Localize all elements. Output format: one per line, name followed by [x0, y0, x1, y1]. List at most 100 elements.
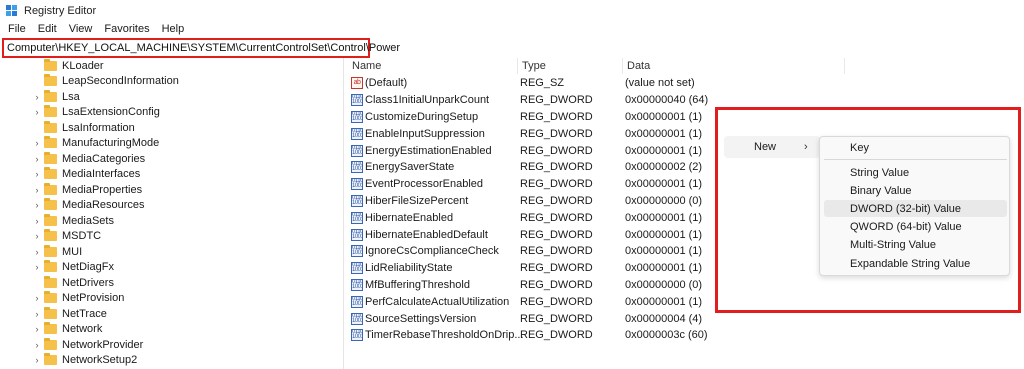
expand-chevron-icon[interactable]: › — [33, 169, 41, 179]
context-menu-new[interactable]: New › — [724, 136, 820, 158]
tree-item[interactable]: › MediaInterfaces — [0, 167, 343, 183]
tree-item[interactable]: › NetDiagFx — [0, 260, 343, 276]
menu-edit[interactable]: Edit — [38, 23, 57, 35]
expand-chevron-icon[interactable]: › — [33, 92, 41, 102]
tree-item[interactable]: › Network — [0, 322, 343, 338]
expand-chevron-icon[interactable]: › — [33, 293, 41, 303]
tree-item-label: Network — [62, 323, 103, 336]
tree-item[interactable]: › ManufacturingMode — [0, 136, 343, 152]
value-row[interactable]: 0110 1001 Class1InitialUnparkCount REG_DWO… — [348, 92, 708, 109]
value-row[interactable]: 0110 1001 HibernateEnabled REG_DWORD 0x0000… — [348, 209, 708, 226]
menu-help[interactable]: Help — [162, 23, 185, 35]
value-row[interactable]: 0110 1001 MfBufferingThreshold REG_DWORD 0x… — [348, 277, 708, 294]
submenu-item[interactable]: Binary Value — [824, 182, 1007, 199]
value-row[interactable]: 0110 1001 PerfCalculateActualUtilization R… — [348, 293, 708, 310]
binary-value-icon: 0110 1001 — [351, 329, 363, 342]
expand-chevron-icon[interactable]: › — [33, 247, 41, 257]
tree-item[interactable]: › Lsa — [0, 89, 343, 105]
submenu-item[interactable]: Multi-String Value — [824, 236, 1007, 253]
value-data: 0x00000001 (1) — [625, 127, 703, 140]
tree-item[interactable]: › MediaResources — [0, 198, 343, 214]
window-title: Registry Editor — [24, 5, 97, 17]
expand-chevron-icon[interactable]: › — [33, 154, 41, 164]
tree-item[interactable]: › NetworkSetup2 — [0, 353, 343, 369]
submenu-item[interactable]: String Value — [824, 164, 1007, 181]
menu-favorites[interactable]: Favorites — [104, 23, 149, 35]
key-tree[interactable]: KLoader LeapSecondInformation › Lsa › LsaExte… — [0, 58, 344, 369]
value-row[interactable]: ab (Default) REG_SZ (value not set) — [348, 75, 708, 92]
folder-icon — [44, 337, 57, 350]
title-bar: Registry Editor — [0, 0, 1024, 22]
expand-chevron-icon[interactable]: › — [33, 138, 41, 148]
expand-chevron-icon[interactable]: › — [33, 185, 41, 195]
expand-chevron-icon[interactable]: › — [33, 107, 41, 117]
tree-item[interactable]: KLoader — [0, 58, 343, 74]
value-data: (value not set) — [625, 77, 695, 90]
tree-item[interactable]: › MediaProperties — [0, 182, 343, 198]
expand-chevron-icon[interactable]: › — [33, 262, 41, 272]
tree-item-label: MSDTC — [62, 230, 102, 243]
tree-item[interactable]: NetDrivers — [0, 275, 343, 291]
tree-item[interactable]: › NetworkProvider — [0, 337, 343, 353]
value-name: HibernateEnabledDefault — [365, 228, 488, 241]
tree-item-label: MediaInterfaces — [62, 168, 141, 181]
value-row[interactable]: 0110 1001 EnergyEstimationEnabled REG_DWOR… — [348, 142, 708, 159]
address-bar[interactable]: Computer\HKEY_LOCAL_MACHINE\SYSTEM\Curre… — [2, 38, 400, 58]
value-type: REG_DWORD — [520, 211, 593, 224]
value-data: 0x00000040 (64) — [625, 94, 709, 107]
submenu-item[interactable]: Key — [824, 139, 1007, 156]
tree-item[interactable]: › NetProvision — [0, 291, 343, 307]
tree-item[interactable]: LeapSecondInformation — [0, 74, 343, 90]
tree-item[interactable]: › MediaCategories — [0, 151, 343, 167]
submenu-item[interactable]: QWORD (64-bit) Value — [824, 218, 1007, 235]
binary-value-icon: 0110 1001 — [351, 127, 363, 140]
expand-chevron-icon[interactable]: › — [33, 216, 41, 226]
value-row[interactable]: 0110 1001 CustomizeDuringSetup REG_DWORD 0x… — [348, 109, 708, 126]
submenu-item[interactable]: DWORD (32-bit) Value — [824, 200, 1007, 217]
binary-value-icon: 0110 1001 — [351, 262, 363, 275]
menu-file[interactable]: File — [8, 23, 26, 35]
value-row[interactable]: 0110 1001 SourceSettingsVersion REG_DWORD 0… — [348, 310, 708, 327]
expand-chevron-icon[interactable]: › — [33, 309, 41, 319]
folder-icon — [44, 120, 57, 133]
value-row[interactable]: 0110 1001 EventProcessorEnabled REG_DWORD 0… — [348, 176, 708, 193]
tree-item[interactable]: › LsaExtensionConfig — [0, 105, 343, 121]
value-name: SourceSettingsVersion — [365, 312, 477, 325]
submenu-item[interactable]: Expandable String Value — [824, 255, 1007, 272]
tree-item[interactable]: › MSDTC — [0, 229, 343, 245]
expand-chevron-icon[interactable]: › — [33, 324, 41, 334]
folder-icon — [44, 306, 57, 319]
folder-icon — [44, 89, 57, 102]
value-row[interactable]: 0110 1001 LidReliabilityState REG_DWORD 0x0… — [348, 260, 708, 277]
tree-item[interactable]: › MUI — [0, 244, 343, 260]
folder-icon — [44, 74, 57, 87]
column-header-data[interactable]: Data — [623, 58, 845, 74]
value-row[interactable]: 0110 1001 HiberFileSizePercent REG_DWORD 0x… — [348, 193, 708, 210]
folder-icon — [44, 229, 57, 242]
value-data: 0x00000001 (1) — [625, 110, 703, 123]
binary-value-icon: 0110 1001 — [351, 110, 363, 123]
value-row[interactable]: 0110 1001 HibernateEnabledDefault REG_DWOR… — [348, 226, 708, 243]
value-name: HiberFileSizePercent — [365, 194, 469, 207]
expand-chevron-icon[interactable]: › — [33, 355, 41, 365]
binary-value-icon: 0110 1001 — [351, 94, 363, 107]
column-header-type[interactable]: Type — [518, 58, 623, 74]
value-type: REG_DWORD — [520, 94, 593, 107]
tree-item-label: LeapSecondInformation — [62, 75, 179, 88]
value-data: 0x00000002 (2) — [625, 161, 703, 174]
menu-view[interactable]: View — [69, 23, 93, 35]
value-row[interactable]: 0110 1001 TimerRebaseThresholdOnDrip... RE… — [348, 327, 708, 344]
column-header-name[interactable]: Name — [348, 58, 518, 74]
expand-chevron-icon[interactable]: › — [33, 231, 41, 241]
value-type: REG_DWORD — [520, 312, 593, 325]
value-data: 0x00000001 (1) — [625, 211, 703, 224]
value-row[interactable]: 0110 1001 EnergySaverState REG_DWORD 0x0000… — [348, 159, 708, 176]
expand-chevron-icon[interactable]: › — [33, 340, 41, 350]
new-submenu: Key String Value Binary Value DWORD (32-bit… — [819, 136, 1010, 276]
expand-chevron-icon[interactable]: › — [33, 200, 41, 210]
tree-item[interactable]: LsaInformation — [0, 120, 343, 136]
value-row[interactable]: 0110 1001 EnableInputSuppression REG_DWORD… — [348, 125, 708, 142]
value-row[interactable]: 0110 1001 IgnoreCsComplianceCheck REG_DWOR… — [348, 243, 708, 260]
tree-item[interactable]: › MediaSets — [0, 213, 343, 229]
tree-item[interactable]: › NetTrace — [0, 306, 343, 322]
